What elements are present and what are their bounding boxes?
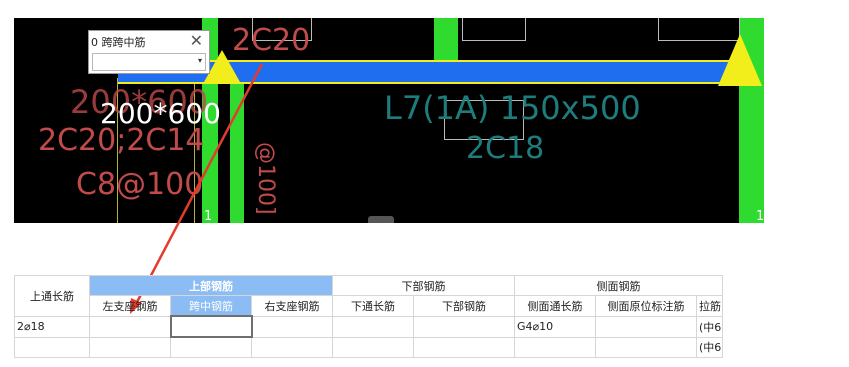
header-group-row: 上通长筋 上部钢筋 下部钢筋 侧面钢筋 (14, 275, 723, 317)
table-row: 2⌀18 G4⌀10 (中6 (14, 315, 723, 338)
col-header-bottom-rebar: 下部钢筋 (413, 295, 515, 317)
cell-mid-span[interactable] (170, 336, 252, 358)
col-header-side-through: 侧面通长筋 (514, 295, 596, 317)
rebar-table: 上通长筋 上部钢筋 下部钢筋 侧面钢筋 左支座钢筋 跨中钢筋 右支座钢筋 下通长… (14, 275, 723, 358)
col-header-top-through: 上通长筋 (14, 275, 90, 317)
table-row: (中6 (14, 336, 723, 358)
cell-tie-bar[interactable]: (中6 (696, 336, 723, 358)
group-header-side-rebar: 侧面钢筋 (514, 275, 723, 296)
col-header-right-support: 右支座钢筋 (251, 295, 333, 317)
group-header-bottom-rebar: 下部钢筋 (332, 275, 515, 296)
cell-side-original[interactable] (595, 336, 697, 358)
cell-side-through[interactable] (514, 336, 596, 358)
cell-top-through[interactable]: 2⌀18 (14, 315, 90, 338)
cell-right-support[interactable] (251, 315, 333, 338)
cell-side-through[interactable]: G4⌀10 (514, 315, 596, 338)
cell-bottom-through[interactable] (332, 315, 414, 338)
col-header-side-original: 侧面原位标注筋 (595, 295, 697, 317)
cell-mid-span-editing[interactable] (169, 315, 253, 338)
cell-left-support[interactable] (89, 336, 171, 358)
col-header-tie-bar: 拉筋 (696, 295, 723, 317)
cell-tie-bar[interactable]: (中6 (696, 315, 723, 338)
cell-side-original[interactable] (595, 315, 697, 338)
cell-bottom-through[interactable] (332, 336, 414, 358)
col-header-mid-span: 跨中钢筋 (170, 295, 252, 317)
header-column-row: 左支座钢筋 跨中钢筋 右支座钢筋 下通长筋 下部钢筋 侧面通长筋 侧面原位标注筋… (15, 295, 723, 317)
col-header-bottom-through: 下通长筋 (332, 295, 414, 317)
cell-left-support[interactable] (89, 315, 171, 338)
group-header-top-rebar: 上部钢筋 (89, 275, 333, 296)
col-header-left-support: 左支座钢筋 (89, 295, 171, 317)
cell-top-through[interactable] (14, 336, 90, 358)
cell-right-support[interactable] (251, 336, 333, 358)
cell-bottom-rebar[interactable] (413, 315, 515, 338)
cell-bottom-rebar[interactable] (413, 336, 515, 358)
